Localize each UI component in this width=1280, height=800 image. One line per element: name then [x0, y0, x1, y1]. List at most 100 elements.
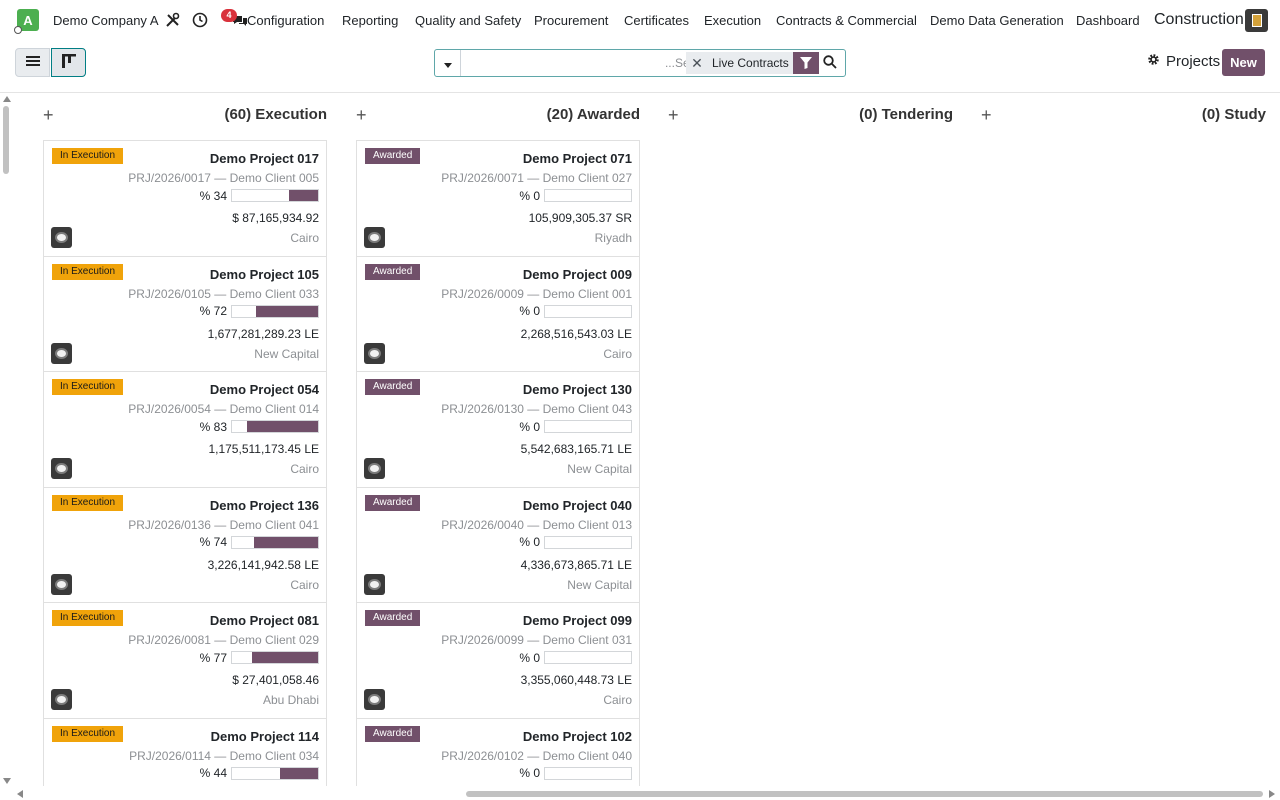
scrollbar-thumb[interactable] [466, 791, 1263, 797]
project-name: Demo Project 040 [522, 497, 632, 513]
user-avatar[interactable] [51, 573, 72, 595]
progress-bar [231, 535, 319, 549]
column-title-study[interactable]: (0) Study [1100, 106, 1266, 123]
scrollbar-thumb[interactable] [3, 106, 9, 174]
vertical-scrollbar[interactable] [0, 93, 12, 786]
project-reference: PRJ/2026/0081 — Demo Client 029 [128, 633, 319, 647]
navbar: A Demo Company A 4 Configuration Reporti… [0, 0, 1280, 42]
quick-create-awarded-button[interactable]: + [356, 104, 367, 126]
kanban-column-awarded: Awarded Demo Project 071 PRJ/2026/0071 —… [356, 140, 640, 786]
column-title-awarded[interactable]: (20) Awarded [470, 106, 640, 123]
kanban-view-button[interactable] [51, 48, 86, 77]
progress-row: % 74 [200, 535, 319, 549]
contract-amount: 1,677,281,289.23 LE [207, 326, 319, 341]
menu-execution[interactable]: Execution [704, 13, 761, 28]
project-reference: PRJ/2026/0105 — Demo Client 033 [128, 286, 319, 301]
menu-configuration[interactable]: Configuration [247, 13, 324, 28]
project-card[interactable]: Awarded Demo Project 009 PRJ/2026/0009 —… [357, 255, 639, 372]
progress-percent: % 0 [519, 188, 540, 203]
progress-bar [231, 766, 319, 780]
scroll-right-arrow-icon[interactable] [1269, 790, 1275, 798]
horizontal-scrollbar[interactable] [0, 786, 1280, 800]
progress-row: % 0 [519, 650, 632, 665]
user-avatar[interactable] [51, 342, 72, 364]
menu-reporting[interactable]: Reporting [342, 13, 398, 28]
project-reference: PRJ/2026/0114 — Demo Client 034 [129, 748, 319, 763]
contract-amount: 5,542,683,165.71 LE [520, 442, 632, 456]
project-card[interactable]: Awarded Demo Project 099 PRJ/2026/0099 —… [357, 602, 639, 719]
user-avatar[interactable] [364, 342, 385, 364]
new-button[interactable]: New [1222, 49, 1265, 76]
progress-bar [231, 304, 319, 318]
project-name: Demo Project 081 [209, 613, 319, 628]
project-reference: PRJ/2026/0130 — Demo Client 043 [441, 402, 632, 416]
project-name: Demo Project 054 [209, 382, 319, 397]
project-card[interactable]: In Execution Demo Project 081 PRJ/2026/0… [44, 602, 326, 719]
avatar-icon [368, 347, 381, 359]
project-city: New Capital [254, 346, 319, 361]
clock-icon[interactable] [192, 12, 208, 28]
user-avatar[interactable] [364, 689, 385, 710]
project-name: Demo Project 009 [522, 266, 632, 282]
user-avatar[interactable] [51, 458, 72, 479]
project-card[interactable]: In Execution Demo Project 017 PRJ/2026/0… [44, 140, 326, 257]
scroll-up-arrow-icon[interactable] [3, 96, 11, 102]
quick-create-tendering-button[interactable]: + [668, 104, 679, 126]
remove-facet-icon[interactable]: ✕ [686, 55, 708, 72]
scroll-left-arrow-icon[interactable] [17, 790, 23, 798]
caret-down-icon [443, 56, 452, 71]
stage-badge: In Execution [52, 725, 124, 742]
menu-procurement[interactable]: Procurement [534, 13, 608, 28]
scroll-down-arrow-icon[interactable] [3, 778, 11, 784]
progress-percent: % 0 [519, 650, 540, 665]
column-title-tendering[interactable]: (0) Tendering [780, 106, 953, 123]
project-card[interactable]: In Execution Demo Project 136 PRJ/2026/0… [44, 486, 326, 603]
company-avatar-letter: A [23, 12, 33, 28]
stage-badge: Awarded [365, 725, 421, 742]
app-logo-icon[interactable] [1245, 9, 1268, 32]
facet-label: Live Contracts [712, 56, 789, 70]
project-card[interactable]: Awarded Demo Project 071 PRJ/2026/0071 —… [357, 140, 639, 257]
quick-create-execution-button[interactable]: + [43, 104, 54, 126]
user-avatar[interactable] [51, 689, 72, 710]
menu-dashboard[interactable]: Dashboard [1076, 13, 1140, 28]
stage-badge: Awarded [365, 494, 421, 511]
avatar-icon [55, 463, 68, 474]
column-title-execution[interactable]: (60) Execution [160, 106, 327, 123]
project-card[interactable]: In Execution Demo Project 054 PRJ/2026/0… [44, 371, 326, 488]
projects-settings-link[interactable]: Projects [1147, 53, 1220, 70]
menu-demo-data-generation[interactable]: Demo Data Generation [930, 13, 1064, 28]
tools-icon[interactable] [165, 12, 181, 28]
progress-percent: % 72 [199, 304, 227, 318]
projects-label: Projects [1166, 53, 1221, 70]
menu-contracts-commercial[interactable]: Contracts & Commercial [776, 13, 917, 28]
project-name: Demo Project 017 [209, 151, 319, 166]
app-title[interactable]: Construction [1154, 11, 1244, 29]
project-card[interactable]: Awarded Demo Project 040 PRJ/2026/0040 —… [357, 486, 639, 603]
company-avatar[interactable]: A [14, 9, 39, 34]
project-card[interactable]: Awarded Demo Project 130 PRJ/2026/0130 —… [357, 371, 639, 488]
user-avatar[interactable] [364, 227, 385, 248]
contract-amount: 2,268,516,543.03 LE [520, 326, 632, 341]
project-card[interactable]: Awarded Demo Project 102 PRJ/2026/0102 —… [357, 717, 639, 786]
stage-badge: In Execution [52, 148, 124, 164]
project-card[interactable]: In Execution Demo Project 105 PRJ/2026/0… [44, 255, 326, 372]
company-switcher[interactable]: Demo Company A [53, 13, 159, 28]
quick-create-study-button[interactable]: + [981, 104, 992, 126]
user-avatar[interactable] [364, 573, 385, 595]
avatar-icon [368, 232, 381, 243]
search-options-toggle[interactable] [435, 50, 461, 76]
project-reference: PRJ/2026/0136 — Demo Client 041 [128, 517, 319, 532]
progress-bar [544, 651, 632, 664]
user-avatar[interactable] [51, 227, 72, 248]
search-input[interactable] [463, 51, 717, 75]
list-view-button[interactable] [15, 48, 50, 77]
menu-certificates[interactable]: Certificates [624, 13, 689, 28]
user-avatar[interactable] [364, 458, 385, 479]
project-card[interactable]: In Execution Demo Project 114 PRJ/2026/0… [44, 717, 326, 786]
progress-bar [231, 189, 319, 202]
menu-quality-and-safety[interactable]: Quality and Safety [415, 13, 521, 28]
avatar-icon [55, 347, 68, 359]
project-name: Demo Project 136 [209, 497, 319, 513]
search-button[interactable] [820, 53, 840, 73]
